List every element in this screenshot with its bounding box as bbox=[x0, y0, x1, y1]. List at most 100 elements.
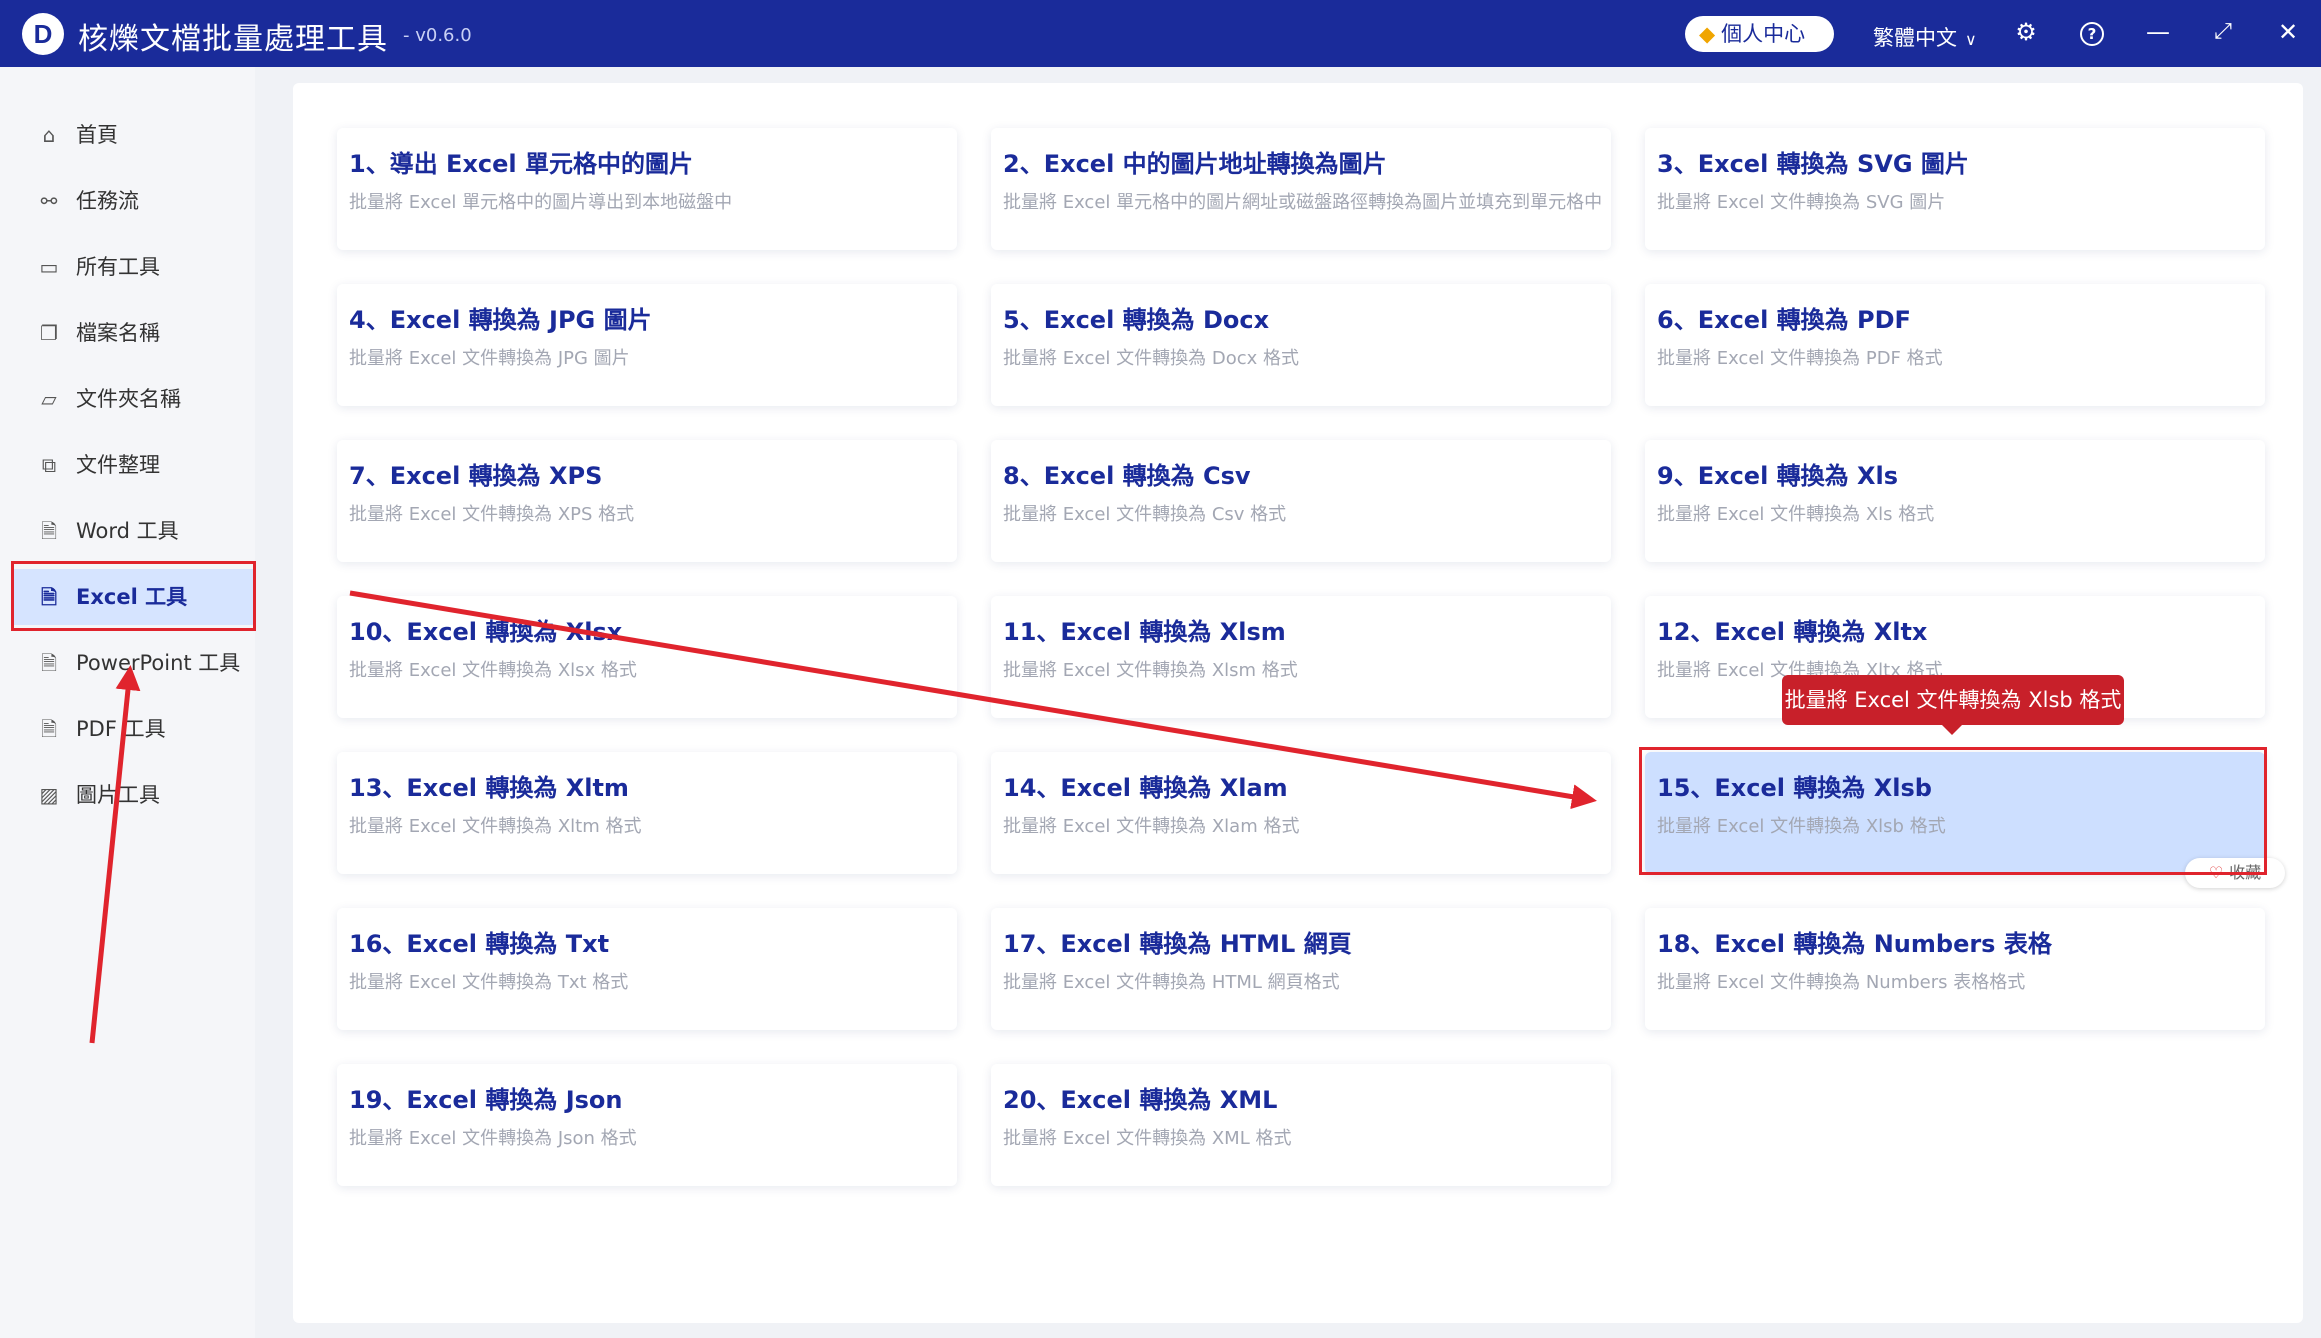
tool-card-title: 17、Excel 轉換為 HTML 網頁 bbox=[1003, 930, 1352, 958]
tool-card-15[interactable]: 15、Excel 轉換為 Xlsb 批量將 Excel 文件轉換為 Xlsb 格… bbox=[1645, 752, 2285, 888]
sidebar-item-all-tools[interactable]: ▭ 所有工具 bbox=[14, 239, 254, 295]
tool-card-9[interactable]: 9、Excel 轉換為 Xls 批量將 Excel 文件轉換為 Xls 格式 bbox=[1645, 440, 2265, 562]
app-title: 核爍文檔批量處理工具 bbox=[78, 22, 388, 57]
sidebar-item-label: PDF 工具 bbox=[76, 717, 166, 741]
tool-card-description: 批量將 Excel 文件轉換為 Xlam 格式 bbox=[1003, 816, 1300, 837]
tool-card-description: 批量將 Excel 文件轉換為 Xltm 格式 bbox=[349, 816, 642, 837]
tool-card-8[interactable]: 8、Excel 轉換為 Csv 批量將 Excel 文件轉換為 Csv 格式 bbox=[991, 440, 1611, 562]
heart-icon: ♡ bbox=[2208, 863, 2224, 882]
tool-card-title: 1、導出 Excel 單元格中的圖片 bbox=[349, 150, 694, 178]
tool-card-description: 批量將 Excel 文件轉換為 Json 格式 bbox=[349, 1128, 637, 1149]
tool-card-description: 批量將 Excel 單元格中的圖片導出到本地磁盤中 bbox=[349, 192, 733, 213]
monitor-icon: ▭ bbox=[39, 255, 59, 279]
language-label: 繁體中文 bbox=[1873, 26, 1957, 50]
sidebar-item-image-tools[interactable]: ▨ 圖片工具 bbox=[14, 767, 254, 823]
image-icon: ▨ bbox=[39, 783, 59, 807]
tool-card-20[interactable]: 20、Excel 轉換為 XML 批量將 Excel 文件轉換為 XML 格式 bbox=[991, 1064, 1611, 1186]
tool-card-title: 2、Excel 中的圖片地址轉換為圖片 bbox=[1003, 150, 1387, 178]
tool-card-title: 11、Excel 轉換為 Xlsm bbox=[1003, 618, 1286, 646]
close-icon[interactable]: ✕ bbox=[2270, 14, 2306, 50]
favorite-button[interactable]: ♡ 收藏 bbox=[2185, 858, 2285, 888]
app-logo: D bbox=[22, 13, 64, 55]
organize-icon: ⧉ bbox=[41, 453, 57, 477]
sidebar-item-folder-name[interactable]: ▱ 文件夾名稱 bbox=[14, 371, 254, 427]
tool-card-description: 批量將 Excel 文件轉換為 Txt 格式 bbox=[349, 972, 629, 993]
sidebar-item-label: 檔案名稱 bbox=[76, 321, 160, 345]
tool-card-title: 3、Excel 轉換為 SVG 圖片 bbox=[1657, 150, 1969, 178]
tool-card-title: 9、Excel 轉換為 Xls bbox=[1657, 462, 1899, 490]
pdf-icon: 🗎 bbox=[40, 717, 58, 741]
tool-card-description: 批量將 Excel 文件轉換為 SVG 圖片 bbox=[1657, 192, 1946, 213]
tool-card-title: 18、Excel 轉換為 Numbers 表格 bbox=[1657, 930, 2052, 958]
sidebar-item-pdf-tools[interactable]: 🗎 PDF 工具 bbox=[14, 701, 254, 757]
tool-card-description: 批量將 Excel 文件轉換為 Csv 格式 bbox=[1003, 504, 1287, 525]
sidebar-item-label: PowerPoint 工具 bbox=[76, 651, 241, 675]
sidebar-item-workflow[interactable]: ⚯ 任務流 bbox=[14, 173, 254, 229]
tool-card-4[interactable]: 4、Excel 轉換為 JPG 圖片 批量將 Excel 文件轉換為 JPG 圖… bbox=[337, 284, 957, 406]
sidebar-item-label: 文件夾名稱 bbox=[76, 387, 181, 411]
sidebar-item-excel-tools[interactable]: 🗎 Excel 工具 bbox=[14, 569, 254, 625]
tool-card-description: 批量將 Excel 單元格中的圖片網址或磁盤路徑轉換為圖片並填充到單元格中 bbox=[1003, 192, 1603, 213]
tool-card-11[interactable]: 11、Excel 轉換為 Xlsm 批量將 Excel 文件轉換為 Xlsm 格… bbox=[991, 596, 1611, 718]
favorite-label: 收藏 bbox=[2229, 863, 2262, 882]
sidebar-item-file-name[interactable]: ❐ 檔案名稱 bbox=[14, 305, 254, 361]
tool-card-title: 6、Excel 轉換為 PDF bbox=[1657, 306, 1911, 334]
tool-card-13[interactable]: 13、Excel 轉換為 Xltm 批量將 Excel 文件轉換為 Xltm 格… bbox=[337, 752, 957, 874]
sidebar-item-file-organize[interactable]: ⧉ 文件整理 bbox=[14, 437, 254, 493]
sidebar: ⌂ 首頁 ⚯ 任務流 ▭ 所有工具 ❐ 檔案名稱 ▱ 文件夾名稱 ⧉ 文件整理 … bbox=[0, 67, 255, 1338]
sidebar-item-label: 圖片工具 bbox=[76, 783, 160, 807]
ppt-icon: 🗎 bbox=[40, 651, 58, 675]
tool-card-description: 批量將 Excel 文件轉換為 PDF 格式 bbox=[1657, 348, 1943, 369]
sidebar-item-label: 文件整理 bbox=[76, 453, 160, 477]
tool-card-description: 批量將 Excel 文件轉換為 XPS 格式 bbox=[349, 504, 635, 525]
tool-card-description: 批量將 Excel 文件轉換為 Xlsb 格式 bbox=[1657, 816, 1946, 837]
tool-card-title: 5、Excel 轉換為 Docx bbox=[1003, 306, 1270, 334]
sidebar-item-label: 任務流 bbox=[76, 189, 139, 213]
tool-card-title: 16、Excel 轉換為 Txt bbox=[349, 930, 610, 958]
tool-card-title: 7、Excel 轉換為 XPS bbox=[349, 462, 603, 490]
chevron-down-icon: ∨ bbox=[1965, 30, 1977, 49]
tool-card-description: 批量將 Excel 文件轉換為 Xlsx 格式 bbox=[349, 660, 637, 681]
sidebar-item-label: 首頁 bbox=[76, 123, 118, 147]
tool-card-19[interactable]: 19、Excel 轉換為 Json 批量將 Excel 文件轉換為 Json 格… bbox=[337, 1064, 957, 1186]
home-icon: ⌂ bbox=[42, 123, 56, 147]
tool-card-title: 15、Excel 轉換為 Xlsb bbox=[1657, 774, 1932, 802]
tool-card-18[interactable]: 18、Excel 轉換為 Numbers 表格 批量將 Excel 文件轉換為 … bbox=[1645, 908, 2265, 1030]
tool-card-16[interactable]: 16、Excel 轉換為 Txt 批量將 Excel 文件轉換為 Txt 格式 bbox=[337, 908, 957, 1030]
maximize-icon[interactable]: ⤢ bbox=[2205, 14, 2241, 50]
profile-button-label: 個人中心 bbox=[1721, 22, 1806, 46]
minimize-icon[interactable]: — bbox=[2140, 14, 2176, 50]
tool-card-title: 12、Excel 轉換為 Xltx bbox=[1657, 618, 1928, 646]
tool-card-description: 批量將 Excel 文件轉換為 Docx 格式 bbox=[1003, 348, 1299, 369]
tool-card-title: 19、Excel 轉換為 Json bbox=[349, 1086, 623, 1114]
settings-icon[interactable]: ⚙ bbox=[2008, 14, 2044, 50]
tool-card-6[interactable]: 6、Excel 轉換為 PDF 批量將 Excel 文件轉換為 PDF 格式 bbox=[1645, 284, 2265, 406]
sidebar-item-label: Excel 工具 bbox=[76, 585, 188, 609]
tool-card-description: 批量將 Excel 文件轉換為 JPG 圖片 bbox=[349, 348, 630, 369]
tool-card-description: 批量將 Excel 文件轉換為 HTML 網頁格式 bbox=[1003, 972, 1340, 993]
profile-button[interactable]: ◆ 個人中心 bbox=[1685, 16, 1834, 52]
sidebar-item-home[interactable]: ⌂ 首頁 bbox=[14, 107, 254, 163]
tool-card-3[interactable]: 3、Excel 轉換為 SVG 圖片 批量將 Excel 文件轉換為 SVG 圖… bbox=[1645, 128, 2265, 250]
tool-card-description: 批量將 Excel 文件轉換為 XML 格式 bbox=[1003, 1128, 1292, 1149]
tool-card-1[interactable]: 1、導出 Excel 單元格中的圖片 批量將 Excel 單元格中的圖片導出到本… bbox=[337, 128, 957, 250]
file-icon: ❐ bbox=[40, 321, 58, 345]
tool-card-title: 10、Excel 轉換為 Xlsx bbox=[349, 618, 623, 646]
tool-card-10[interactable]: 10、Excel 轉換為 Xlsx 批量將 Excel 文件轉換為 Xlsx 格… bbox=[337, 596, 957, 718]
tool-card-title: 20、Excel 轉換為 XML bbox=[1003, 1086, 1278, 1114]
tool-card-17[interactable]: 17、Excel 轉換為 HTML 網頁 批量將 Excel 文件轉換為 HTM… bbox=[991, 908, 1611, 1030]
tool-card-7[interactable]: 7、Excel 轉換為 XPS 批量將 Excel 文件轉換為 XPS 格式 bbox=[337, 440, 957, 562]
workflow-icon: ⚯ bbox=[40, 189, 58, 213]
folder-icon: ▱ bbox=[41, 387, 57, 411]
language-select[interactable]: 繁體中文 ∨ bbox=[1873, 22, 1977, 52]
tool-card-description: 批量將 Excel 文件轉換為 Xlsm 格式 bbox=[1003, 660, 1298, 681]
sidebar-item-powerpoint-tools[interactable]: 🗎 PowerPoint 工具 bbox=[14, 635, 254, 691]
help-icon[interactable]: ? bbox=[2080, 22, 2104, 46]
tool-card-14[interactable]: 14、Excel 轉換為 Xlam 批量將 Excel 文件轉換為 Xlam 格… bbox=[991, 752, 1611, 874]
tool-card-description: 批量將 Excel 文件轉換為 Xls 格式 bbox=[1657, 504, 1935, 525]
tool-tooltip: 批量將 Excel 文件轉換為 Xlsb 格式 bbox=[1782, 675, 2124, 735]
tool-card-2[interactable]: 2、Excel 中的圖片地址轉換為圖片 批量將 Excel 單元格中的圖片網址或… bbox=[991, 128, 1611, 250]
sidebar-item-word-tools[interactable]: 🗎 Word 工具 bbox=[14, 503, 254, 559]
tool-card-title: 13、Excel 轉換為 Xltm bbox=[349, 774, 629, 802]
tool-card-5[interactable]: 5、Excel 轉換為 Docx 批量將 Excel 文件轉換為 Docx 格式 bbox=[991, 284, 1611, 406]
